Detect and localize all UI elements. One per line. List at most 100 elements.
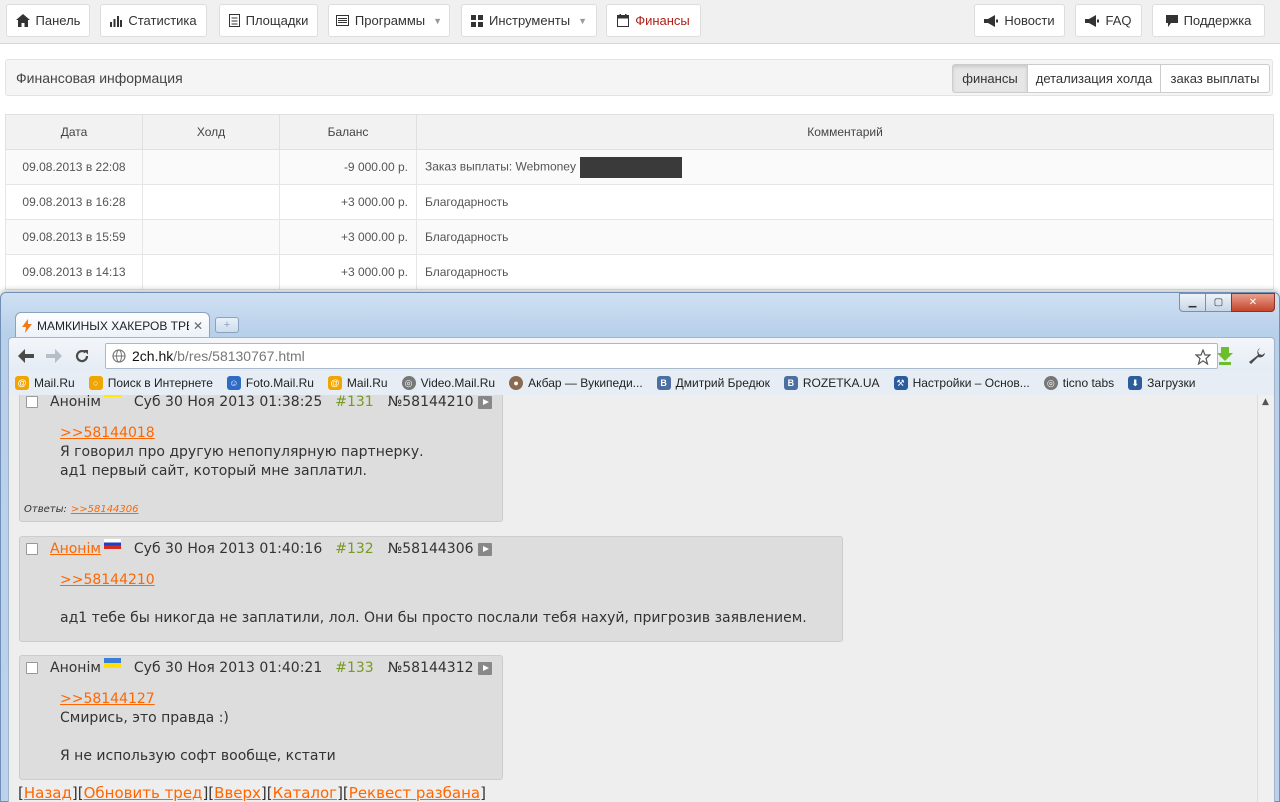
nav-support-button[interactable]: Поддержка (1152, 4, 1265, 37)
nav-panel-button[interactable]: Панель (6, 4, 90, 37)
document-icon (228, 14, 240, 27)
play-icon[interactable] (477, 395, 492, 409)
bookmark-vk-bredyuk[interactable]: В Дмитрий Бредюк (656, 376, 770, 390)
post-number[interactable]: #133 (335, 660, 373, 676)
table-row: 09.08.2013 в 14:13 +3 000.00 р. Благодар… (5, 254, 1274, 290)
refresh-thread-link[interactable]: Обновить тред (84, 784, 203, 802)
settings-button[interactable] (1247, 346, 1267, 366)
nav-programs-label: Программы (354, 13, 426, 28)
row-date: 09.08.2013 в 22:08 (5, 149, 143, 185)
tab-payout-order[interactable]: заказ выплаты (1160, 64, 1270, 93)
bookmark-label: Video.Mail.Ru (420, 376, 496, 390)
close-window-button[interactable]: ✕ (1231, 293, 1275, 312)
reply-link[interactable]: >>58144018 (60, 425, 155, 441)
bookmark-settings[interactable]: ⚒ Настройки – Основ... (893, 376, 1030, 390)
post: Анонім Суб 30 Ноя 2013 01:40:16 #132 №58… (19, 536, 843, 642)
bar-chart-icon (110, 15, 123, 27)
minimize-button[interactable]: ▁ (1179, 293, 1206, 312)
tab-hold-details[interactable]: детализация холда (1027, 64, 1161, 93)
row-hold (142, 149, 280, 185)
bookmark-mailru-2[interactable]: @ Mail.Ru (327, 376, 388, 390)
catalog-link[interactable]: Каталог (273, 784, 337, 802)
col-balance: Баланс (279, 114, 417, 150)
download-extension-button[interactable] (1215, 346, 1235, 366)
post-checkbox[interactable] (26, 543, 38, 555)
download-icon: ⬇ (1128, 376, 1143, 390)
bookmark-wookieepedia[interactable]: ● Акбар — Вукипеди... (509, 376, 643, 390)
post-id[interactable]: №58144312 (388, 660, 474, 676)
bookmark-ticno-tabs[interactable]: ◎ ticno tabs (1043, 376, 1114, 390)
post-text-line: Смирись, это правда :) (60, 710, 229, 726)
play-icon[interactable] (477, 661, 492, 675)
reload-icon (75, 349, 89, 363)
comment-icon (1165, 14, 1178, 27)
bookmark-rozetka[interactable]: В ROZETKA.UA (783, 376, 880, 390)
close-tab-icon[interactable]: ✕ (193, 319, 203, 333)
star-icon[interactable] (1195, 349, 1211, 365)
nav-stats-button[interactable]: Статистика (100, 4, 207, 37)
play-icon[interactable] (477, 542, 492, 556)
vk-icon: В (783, 376, 798, 390)
post-id[interactable]: №58144306 (388, 541, 474, 557)
nav-faq-button[interactable]: FAQ (1075, 4, 1142, 37)
top-navbar: Панель Статистика Площадки Программы ▼ И… (0, 0, 1280, 44)
calendar-icon (617, 14, 630, 27)
post-date: Суб 30 Ноя 2013 01:40:21 (133, 660, 323, 676)
post-id[interactable]: №58144210 (388, 395, 474, 410)
nav-news-button[interactable]: Новости (974, 4, 1065, 37)
scroll-up-icon[interactable]: ▲ (1262, 397, 1269, 407)
col-comment: Комментарий (416, 114, 1274, 150)
row-hold (142, 254, 280, 290)
bookmarks-bar: @ Mail.Ru ○ Поиск в Интернете ☺ Foto.Mail.R… (8, 371, 1275, 395)
nav-tools-dropdown[interactable]: Инструменты ▼ (461, 4, 597, 37)
bookmark-label: Настройки – Основ... (912, 376, 1030, 390)
replies-label: Ответы: (24, 504, 67, 515)
download-arrow-icon (1217, 347, 1233, 365)
post-checkbox[interactable] (26, 396, 38, 408)
bookmark-mailru[interactable]: @ Mail.Ru (15, 376, 75, 390)
avatar-icon: ● (509, 376, 524, 390)
nav-finance-button[interactable]: Финансы (606, 4, 701, 37)
bookmark-video-mailru[interactable]: ◎ Video.Mail.Ru (401, 376, 496, 390)
post-author-link[interactable]: Анонім (50, 541, 101, 557)
bookmark-label: ROZETKA.UA (802, 376, 880, 390)
post-replies: Ответы: >>58144306 (24, 504, 139, 515)
top-link[interactable]: Вверх (214, 784, 261, 802)
maximize-button[interactable]: ▢ (1205, 293, 1232, 312)
post-checkbox[interactable] (26, 662, 38, 674)
forward-button[interactable] (44, 346, 64, 366)
bookmark-label: Поиск в Интернете (107, 376, 213, 390)
nav-tools-label: Инструменты (489, 13, 571, 28)
new-tab-button[interactable]: + (215, 317, 239, 333)
nav-programs-dropdown[interactable]: Программы ▼ (328, 4, 450, 37)
post-text-line: ад1 тебе бы никогда не заплатили, лол. О… (60, 610, 807, 626)
mail-at-icon: @ (15, 376, 29, 390)
row-balance: +3 000.00 р. (279, 219, 417, 255)
post-number[interactable]: #131 (335, 395, 373, 410)
address-bar[interactable]: 2ch.hk/b/res/58130767.html (105, 343, 1218, 369)
bookmark-foto-mailru[interactable]: ☺ Foto.Mail.Ru (226, 376, 314, 390)
finance-header: Финансовая информация финансы детализаци… (5, 59, 1273, 96)
browser-tab[interactable]: МАМКИНЫХ ХАКЕРОВ ТРЕ ✕ (15, 312, 210, 338)
post-number[interactable]: #132 (335, 541, 373, 557)
post: Анонім Суб 30 Ноя 2013 01:40:21 #133 №58… (19, 655, 503, 780)
tab-title: МАМКИНЫХ ХАКЕРОВ ТРЕ (37, 318, 189, 333)
list-icon (335, 15, 349, 26)
reply-link[interactable]: >>58144210 (60, 572, 155, 588)
arrow-right-icon (46, 349, 62, 363)
megaphone-icon (984, 14, 999, 27)
bookmark-downloads[interactable]: ⬇ Загрузки (1128, 376, 1195, 390)
tab-finance[interactable]: финансы (952, 64, 1028, 93)
reload-button[interactable] (72, 346, 92, 366)
nav-sites-button[interactable]: Площадки (219, 4, 318, 37)
row-date: 09.08.2013 в 14:13 (5, 254, 143, 290)
reply-link[interactable]: >>58144127 (60, 691, 155, 707)
url-domain: 2ch.hk (132, 348, 174, 364)
back-button[interactable] (16, 346, 36, 366)
vertical-scrollbar[interactable]: ▲ (1257, 395, 1274, 802)
table-row: 09.08.2013 в 22:08 -9 000.00 р. Заказ вы… (5, 149, 1274, 185)
unban-request-link[interactable]: Реквест разбана (349, 784, 480, 802)
back-link[interactable]: Назад (24, 784, 72, 802)
bookmark-search[interactable]: ○ Поиск в Интернете (88, 376, 213, 390)
replies-link[interactable]: >>58144306 (71, 504, 139, 515)
